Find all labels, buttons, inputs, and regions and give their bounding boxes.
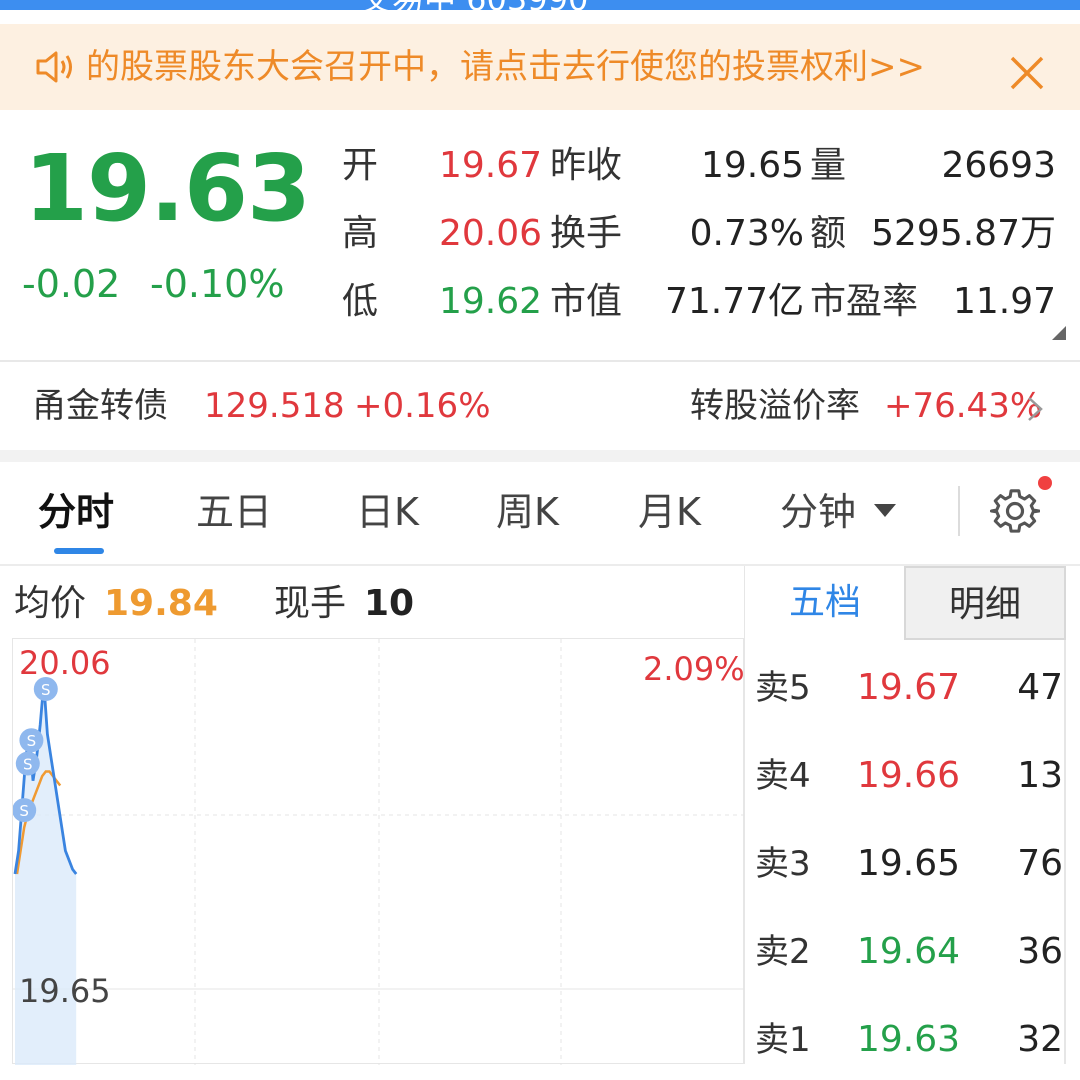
order-level-label: 卖2 [755,932,811,972]
tab-five-levels[interactable]: 五档 [744,566,905,640]
convertible-bond-row[interactable]: 甬金转债 129.518 +0.16% 转股溢价率 +76.43% [0,362,1080,450]
chevron-right-icon [1028,397,1043,421]
high-value: 20.06 [438,213,542,254]
current-volume-label: 现手 [274,583,347,624]
tab-minute[interactable]: 分钟 [780,486,856,538]
amount-label: 额 [810,213,847,254]
pct-top-label: 2.09% [643,650,745,688]
turnover-label: 换手 [550,213,623,254]
market-cap-label: 市值 [550,281,623,322]
current-volume-value: 10 [364,583,415,624]
order-price: 19.65 [857,843,961,884]
tab-active-indicator [54,548,104,554]
order-volume: 36 [1017,931,1063,972]
order-volume: 47 [1017,667,1063,708]
section-gap [0,450,1080,462]
avg-price-value: 19.84 [104,583,218,624]
chevron-down-icon[interactable] [874,504,896,517]
order-price: 19.63 [857,1019,961,1060]
order-volume: 76 [1017,843,1063,884]
tab-weekly-k[interactable]: 周K [496,486,559,538]
open-label: 开 [342,145,379,186]
order-row[interactable]: 卖4 19.66 13 [745,728,1067,816]
y-top-label: 20.06 [19,644,111,682]
order-level-label: 卖1 [755,1020,811,1060]
trade-marker-label: S [23,756,33,774]
order-volume: 32 [1017,1019,1063,1060]
order-price: 19.64 [857,931,961,972]
order-row[interactable]: 卖2 19.64 36 [745,904,1067,992]
trade-marker: S [19,728,44,753]
order-level-label: 卖3 [755,844,811,884]
notice-text[interactable]: 的股票股东大会召开中，请点击去行使您的投票权利>> [86,44,992,90]
order-price: 19.67 [857,667,961,708]
close-icon[interactable] [1006,52,1048,94]
quote-panel: 19.63 -0.02 -0.10% 开 19.67 昨收 19.65 量 26… [0,110,1080,358]
tab-trade-details[interactable]: 明细 [904,566,1066,640]
low-value: 19.62 [438,281,542,322]
bond-name: 甬金转债 [32,386,168,426]
low-label: 低 [342,281,379,322]
turnover-value: 0.73% [689,213,804,254]
tab-separator [958,486,960,536]
notice-banner[interactable]: 的股票股东大会召开中，请点击去行使您的投票权利>> [0,24,1080,110]
price-change-pct: -0.10% [150,262,285,306]
order-book-list: 卖5 19.67 47 卖4 19.66 13 卖3 19.65 76 卖2 1… [744,640,1066,1064]
gear-icon[interactable] [990,486,1040,536]
chart-tabs: 分时 五日 日K 周K 月K 分钟 [0,462,1080,566]
market-cap-value: 71.77亿 [664,281,804,322]
pe-label: 市盈率 [810,281,919,322]
avg-price-label: 均价 [14,583,87,624]
order-level-label: 卖4 [755,756,811,796]
intraday-chart[interactable]: SSSS 20.06 2.09% 19.65 [12,638,745,1065]
trade-marker-label: S [19,802,29,820]
chart-canvas: SSSS [13,639,745,1065]
pe-value: 11.97 [952,281,1056,322]
price-change: -0.02 [22,262,121,306]
stock-title: 交易中 603990 ▀▀ [360,0,648,10]
chart-info-row: 均价 19.84 现手 10 [0,566,744,638]
order-level-label: 卖5 [755,668,811,708]
order-row[interactable]: 卖1 19.63 32 [745,992,1067,1080]
prev-close-value: 19.65 [700,145,804,186]
volume-value: 26693 [941,145,1056,186]
tab-five-day[interactable]: 五日 [196,486,272,538]
trade-marker-label: S [27,732,37,750]
open-value: 19.67 [438,145,542,186]
amount-value: 5295.87万 [871,213,1056,254]
order-row[interactable]: 卖5 19.67 47 [745,640,1067,728]
order-volume: 13 [1017,755,1063,796]
bond-price: 129.518 [204,386,345,426]
y-mid-label: 19.65 [19,972,111,1010]
trade-marker: S [15,751,40,776]
premium-label: 转股溢价率 [690,386,860,426]
trade-marker: S [13,798,37,823]
last-price: 19.63 [24,135,311,242]
speaker-icon [36,51,72,83]
top-app-bar: 交易中 603990 ▀▀ [0,0,1080,10]
order-row[interactable]: 卖3 19.65 76 [745,816,1067,904]
chart-grid [13,639,745,1065]
tab-daily-k[interactable]: 日K [356,486,419,538]
expand-corner-icon[interactable] [1052,326,1066,340]
bond-change: +0.16% [354,386,491,426]
high-label: 高 [342,213,379,254]
trade-marker-label: S [41,681,51,699]
prev-close-label: 昨收 [550,145,623,186]
notification-dot [1038,476,1052,490]
order-book-panel: 五档 明细 卖5 19.67 47 卖4 19.66 13 卖3 19.65 7… [744,566,1080,1064]
tab-intraday[interactable]: 分时 [38,486,114,538]
premium-value: +76.43% [884,386,1043,426]
volume-label: 量 [810,145,847,186]
order-price: 19.66 [857,755,961,796]
tab-monthly-k[interactable]: 月K [638,486,701,538]
